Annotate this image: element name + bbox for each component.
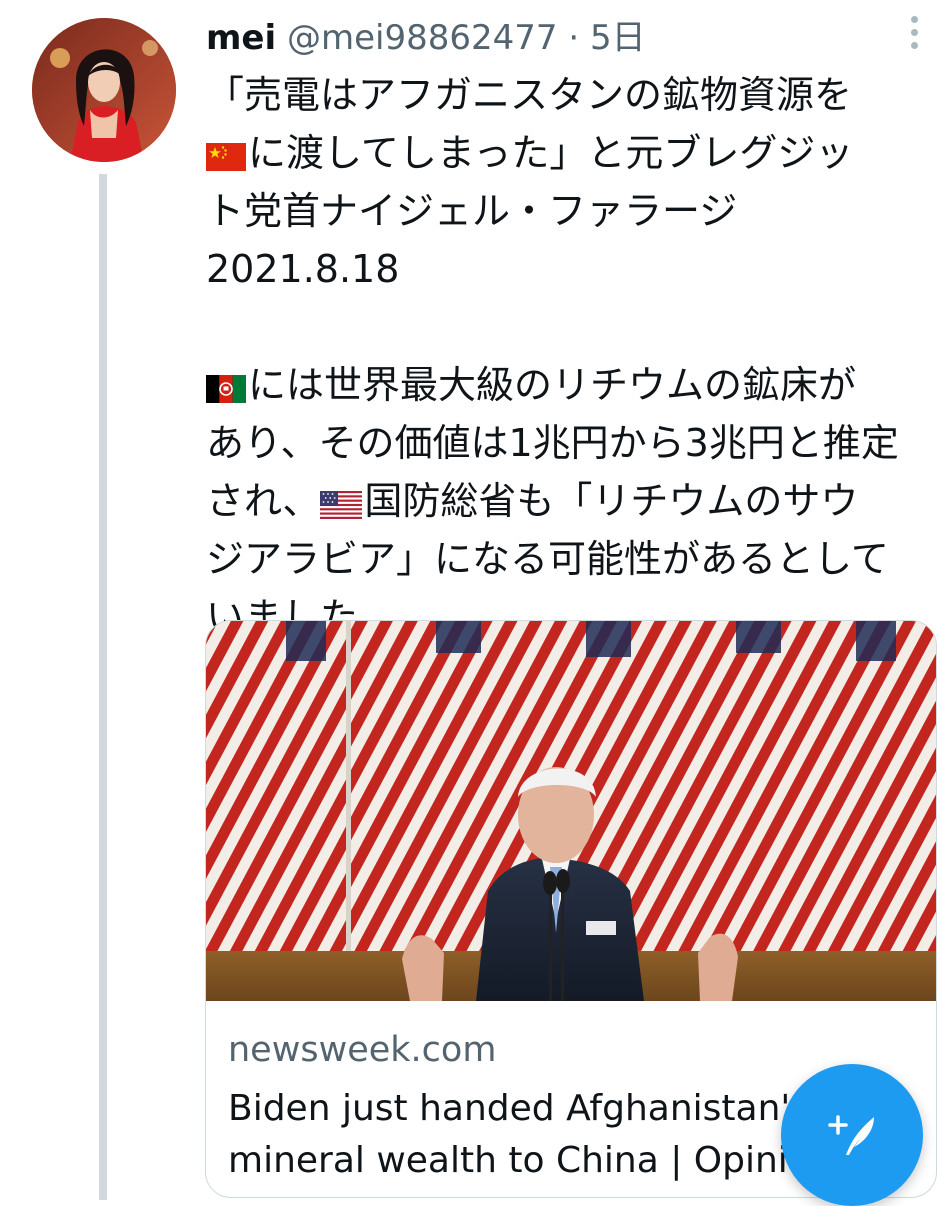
- avatar[interactable]: [32, 18, 176, 162]
- tweet-header: mei @mei98862477 · 5日: [206, 16, 646, 60]
- tweet-text-line: あり、その価値は1兆円から3兆円と推定: [206, 421, 899, 465]
- tweet-text-segment: に渡してしまった」と元ブレグジッ: [248, 131, 854, 175]
- thread-line: [99, 174, 107, 1200]
- tweet-text-line: 「売電はアフガニスタンの鉱物資源を: [206, 73, 853, 117]
- tweet-text-line: ト党首ナイジェル・ファラージ: [206, 189, 738, 233]
- afghanistan-flag-icon: [206, 375, 246, 403]
- card-domain[interactable]: newsweek.com: [228, 1023, 918, 1077]
- tweet-text-line: され、 国防総省も「リチウムのサウ: [206, 472, 934, 530]
- avatar-image: [32, 18, 176, 162]
- more-vertical-icon[interactable]: [902, 12, 926, 54]
- tweet-text-segment: 国防総省も「リチウムのサウ: [364, 479, 859, 523]
- card-image: [206, 621, 936, 1001]
- header-separator: ·: [568, 18, 580, 58]
- tweet-date-text: 2021.8.18: [206, 247, 400, 291]
- china-flag-icon: [206, 143, 246, 171]
- tweet-text: 「売電はアフガニスタンの鉱物資源を に渡してしまった」と元ブレグジッ ト党首ナイ…: [206, 66, 934, 646]
- author-name[interactable]: mei: [206, 18, 276, 58]
- tweet-time[interactable]: 5日: [590, 18, 646, 58]
- tweet-text-line: には世界最大級のリチウムの鉱床が: [206, 356, 934, 414]
- tweet-text-line: に渡してしまった」と元ブレグジッ: [206, 124, 934, 182]
- tweet-text-blank: [206, 298, 934, 356]
- us-flag-icon: [320, 491, 363, 519]
- tweet-text-line: ジアラビア」になる可能性があるとして: [206, 537, 889, 581]
- tweet-text-segment: には世界最大級のリチウムの鉱床が: [248, 363, 857, 407]
- tweet-text-segment: され、: [206, 479, 321, 523]
- compose-tweet-button[interactable]: [781, 1064, 923, 1206]
- author-handle[interactable]: @mei98862477: [287, 18, 558, 58]
- compose-tweet-icon: [828, 1115, 874, 1155]
